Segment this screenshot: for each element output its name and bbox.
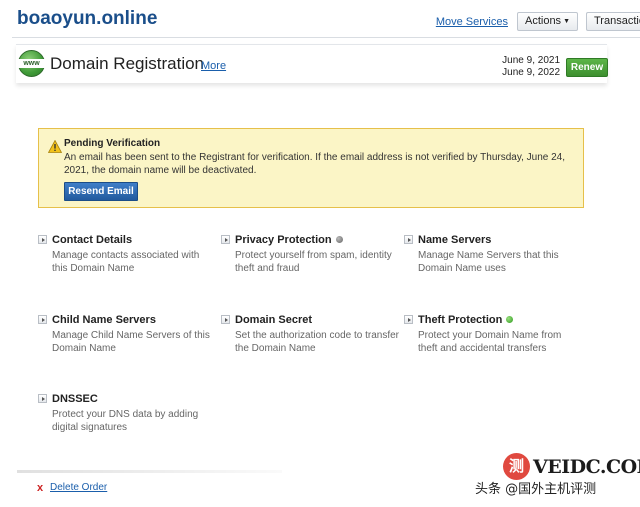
arrow-right-icon <box>404 235 413 244</box>
chevron-down-icon: ▼ <box>563 18 570 25</box>
arrow-right-icon <box>38 315 47 324</box>
arrow-right-icon <box>404 315 413 324</box>
option-title[interactable]: DNSSEC <box>52 393 98 405</box>
option-description: Protect yourself from spam, identity the… <box>235 250 392 274</box>
transactions-button[interactable]: Transactions <box>586 12 640 31</box>
arrow-right-icon <box>38 394 47 403</box>
header-divider <box>12 37 640 38</box>
warning-icon <box>48 140 62 153</box>
watermark-logo-icon: 测 <box>503 453 530 480</box>
notice-title: Pending Verification <box>64 138 161 149</box>
renew-button[interactable]: Renew <box>566 58 608 77</box>
option-description: Protect your Domain Name from theft and … <box>418 330 562 354</box>
pending-verification-notice: Pending Verification An email has been s… <box>38 128 584 208</box>
registration-dates: June 9, 2021 June 9, 2022 <box>496 55 560 79</box>
actions-dropdown[interactable]: Actions ▼ <box>516 12 578 31</box>
watermark-caption: 头条 @国外主机评测 <box>475 482 597 497</box>
delete-order-link[interactable]: Delete Order <box>50 482 107 493</box>
option-title-text: Privacy Protection <box>235 234 332 246</box>
registration-start-date: June 9, 2021 <box>502 55 560 66</box>
www-icon-label: www <box>18 59 45 68</box>
option-title[interactable]: Child Name Servers <box>52 314 156 326</box>
option-description: Manage Child Name Servers of this Domain… <box>52 330 210 354</box>
option-title[interactable]: Domain Secret <box>235 314 312 326</box>
option-title[interactable]: Theft Protection <box>418 314 514 326</box>
watermark-brand: VEIDC.COM <box>533 456 640 478</box>
option-title-text: Theft Protection <box>418 314 503 326</box>
notice-message: An email has been sent to the Registrant… <box>64 152 566 176</box>
arrow-right-icon <box>221 235 230 244</box>
registration-expiry-date: June 9, 2022 <box>502 67 560 78</box>
option-title[interactable]: Contact Details <box>52 234 132 246</box>
option-title[interactable]: Name Servers <box>418 234 491 246</box>
option-title[interactable]: Privacy Protection <box>235 234 343 246</box>
arrow-right-icon <box>221 315 230 324</box>
panel-title: Domain Registration <box>50 54 205 73</box>
option-description: Set the authorization code to transfer t… <box>235 330 399 354</box>
section-divider <box>17 470 282 473</box>
delete-icon: x <box>37 482 44 494</box>
option-description: Protect your DNS data by adding digital … <box>52 409 199 433</box>
domain-registration-panel: www Domain Registration More June 9, 202… <box>16 44 608 83</box>
more-link[interactable]: More <box>201 60 226 72</box>
arrow-right-icon <box>38 235 47 244</box>
move-services-link[interactable]: Move Services <box>436 16 508 28</box>
status-on-icon <box>506 316 514 323</box>
actions-label: Actions <box>524 15 562 27</box>
top-toolbar: Move Services Actions▼ Transactions <box>436 12 640 31</box>
status-off-icon <box>335 236 343 243</box>
domain-name-title: boaoyun.online <box>17 8 158 29</box>
option-description: Manage Name Servers that this Domain Nam… <box>418 250 559 274</box>
option-description: Manage contacts associated with this Dom… <box>52 250 200 274</box>
www-globe-icon: www <box>18 50 45 77</box>
resend-email-button[interactable]: Resend Email <box>64 182 138 201</box>
